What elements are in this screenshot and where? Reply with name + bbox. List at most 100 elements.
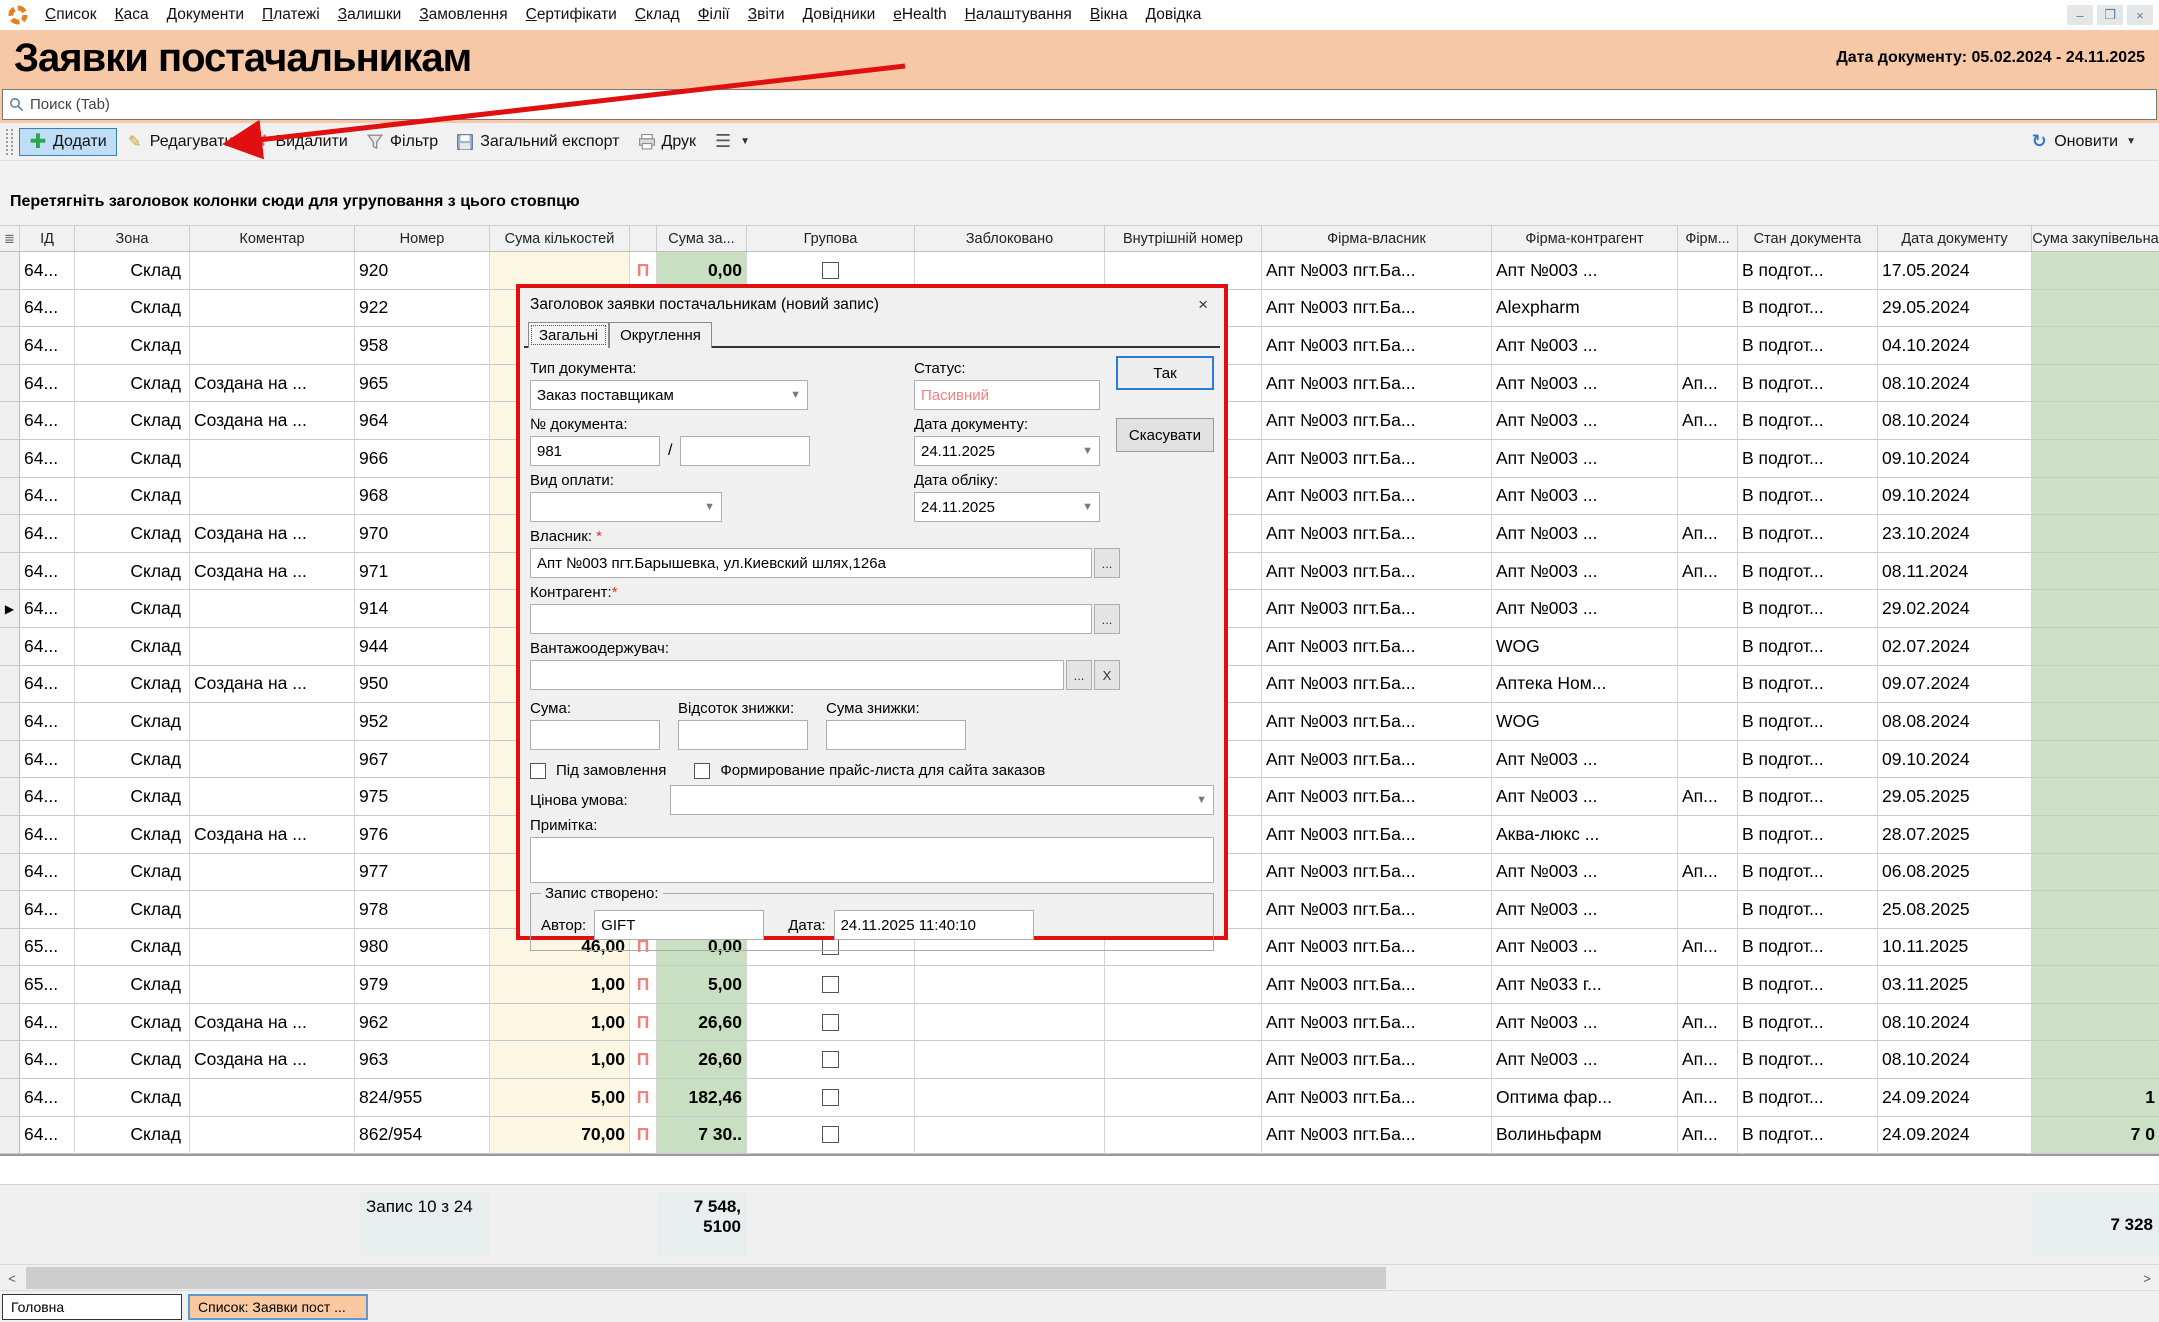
author-input[interactable] xyxy=(601,917,757,934)
column-header-5[interactable]: Сума кількостей xyxy=(490,226,630,251)
column-header-3[interactable]: Коментар xyxy=(190,226,355,251)
tab-general[interactable]: Загальні xyxy=(528,322,609,348)
owner-input[interactable] xyxy=(537,555,1085,572)
group-checkbox-cell[interactable] xyxy=(747,1041,915,1079)
discount-pct-input[interactable] xyxy=(685,727,801,744)
author-field[interactable] xyxy=(594,910,764,940)
horizontal-scrollbar[interactable]: < > xyxy=(0,1264,2159,1290)
menu-item-eHealth[interactable]: eHealth xyxy=(884,3,955,27)
filter-button[interactable]: Фільтр xyxy=(357,129,447,155)
delete-button[interactable]: ✘ Видалити xyxy=(242,129,356,155)
search-input[interactable] xyxy=(30,96,2150,113)
menu-item-Каса[interactable]: Каса xyxy=(106,3,158,27)
menu-item-Документи[interactable]: Документи xyxy=(158,3,253,27)
group-checkbox-cell[interactable] xyxy=(747,1079,915,1117)
restore-button[interactable]: ❐ xyxy=(2097,5,2123,25)
close-button[interactable]: × xyxy=(2127,5,2153,25)
group-checkbox-cell[interactable] xyxy=(747,1117,915,1155)
dialog-close-icon[interactable]: × xyxy=(1192,295,1214,315)
column-header-11[interactable]: Фірма-власник xyxy=(1262,226,1492,251)
menu-item-Замовлення[interactable]: Замовлення xyxy=(410,3,516,27)
scrollbar-thumb[interactable] xyxy=(26,1267,1386,1289)
group-checkbox-cell[interactable] xyxy=(747,966,915,1004)
column-header-9[interactable]: Заблоковано xyxy=(915,226,1105,251)
contragent-field[interactable] xyxy=(530,604,1092,634)
doc-no-suffix-field[interactable] xyxy=(680,436,810,466)
price-list-checkbox[interactable] xyxy=(694,763,710,779)
table-row[interactable]: 65...Склад9791,00П5,00Апт №003 пгт.Ба...… xyxy=(0,966,2159,1004)
edit-button[interactable]: ✎ Редагувати xyxy=(117,129,243,155)
consignee-field[interactable] xyxy=(530,660,1064,690)
discount-sum-input[interactable] xyxy=(833,727,959,744)
menu-item-Залишки[interactable]: Залишки xyxy=(329,3,411,27)
column-header-8[interactable]: Групова xyxy=(747,226,915,251)
toolbar-grip[interactable] xyxy=(6,129,13,155)
ok-button[interactable]: Так xyxy=(1116,356,1214,390)
group-checkbox[interactable] xyxy=(822,262,839,279)
sum-input[interactable] xyxy=(537,727,653,744)
column-header-6[interactable] xyxy=(630,226,657,251)
column-header-13[interactable]: Фірм... xyxy=(1678,226,1738,251)
menu-item-Довідники[interactable]: Довідники xyxy=(794,3,885,27)
minimize-button[interactable]: – xyxy=(2067,5,2093,25)
print-button[interactable]: Друк xyxy=(629,129,706,155)
search-box[interactable] xyxy=(2,89,2157,120)
table-row[interactable]: 64...Склад824/9555,00П182,46Апт №003 пгт… xyxy=(0,1079,2159,1117)
column-header-15[interactable]: Дата документу xyxy=(1878,226,2032,251)
add-button[interactable]: ✚ Додати xyxy=(19,128,117,156)
doc-date-select[interactable]: 24.11.2025 ▼ xyxy=(914,436,1100,466)
table-row[interactable]: 64...Склад862/95470,00П7 30..Апт №003 пг… xyxy=(0,1117,2159,1155)
consignee-input[interactable] xyxy=(537,667,1057,684)
column-header-14[interactable]: Стан документа xyxy=(1738,226,1878,251)
sum-field[interactable] xyxy=(530,720,660,750)
discount-sum-field[interactable] xyxy=(826,720,966,750)
column-header-16[interactable]: Сума закупівельна xyxy=(2032,226,2159,251)
scroll-left-arrow[interactable]: < xyxy=(0,1265,24,1291)
discount-pct-field[interactable] xyxy=(678,720,808,750)
acc-date-select[interactable]: 24.11.2025 ▼ xyxy=(914,492,1100,522)
contragent-browse-button[interactable]: ... xyxy=(1094,604,1120,634)
view-options-button[interactable]: ☰ ▼ xyxy=(705,129,759,155)
menu-item-Список[interactable]: Список xyxy=(36,3,106,27)
menu-item-Вікна[interactable]: Вікна xyxy=(1081,3,1137,27)
group-checkbox[interactable] xyxy=(822,1051,839,1068)
menu-item-Довідка[interactable]: Довідка xyxy=(1137,3,1211,27)
menu-item-Філії[interactable]: Філії xyxy=(689,3,739,27)
doc-type-select[interactable]: Заказ поставщикам ▼ xyxy=(530,380,808,410)
column-header-10[interactable]: Внутрішній номер xyxy=(1105,226,1262,251)
export-button[interactable]: Загальний експорт xyxy=(447,129,628,155)
table-row[interactable]: 64...СкладСоздана на ...9621,00П26,60Апт… xyxy=(0,1004,2159,1042)
cancel-button[interactable]: Скасувати xyxy=(1116,418,1214,452)
refresh-button[interactable]: ↻ Оновити ▼ xyxy=(2021,129,2145,155)
doc-no-suffix-input[interactable] xyxy=(687,443,803,460)
owner-browse-button[interactable]: ... xyxy=(1094,548,1120,578)
doc-no-input[interactable] xyxy=(537,443,653,460)
price-cond-select[interactable]: ▼ xyxy=(670,785,1214,815)
column-header-4[interactable]: Номер xyxy=(355,226,490,251)
menu-item-Звіти[interactable]: Звіти xyxy=(739,3,794,27)
group-checkbox[interactable] xyxy=(822,1126,839,1143)
under-order-checkbox[interactable] xyxy=(530,763,546,779)
menu-item-Сертифікати[interactable]: Сертифікати xyxy=(517,3,626,27)
menu-item-Склад[interactable]: Склад xyxy=(626,3,689,27)
column-header-12[interactable]: Фірма-контрагент xyxy=(1492,226,1678,251)
group-checkbox[interactable] xyxy=(822,1014,839,1031)
taskbar-current-list-button[interactable]: Список: Заявки пост ... xyxy=(188,1294,368,1320)
scroll-right-arrow[interactable]: > xyxy=(2135,1265,2159,1291)
table-row[interactable]: 64...СкладСоздана на ...9631,00П26,60Апт… xyxy=(0,1041,2159,1079)
note-field[interactable] xyxy=(530,837,1214,883)
consignee-clear-button[interactable]: X xyxy=(1094,660,1120,690)
pay-type-select[interactable]: ▼ xyxy=(530,492,722,522)
column-header-2[interactable]: Зона xyxy=(75,226,190,251)
menu-item-Платежі[interactable]: Платежі xyxy=(253,3,329,27)
owner-field[interactable] xyxy=(530,548,1092,578)
consignee-browse-button[interactable]: ... xyxy=(1066,660,1092,690)
menu-item-Налаштування[interactable]: Налаштування xyxy=(956,3,1081,27)
column-header-7[interactable]: Сума за... xyxy=(657,226,747,251)
doc-no-field[interactable] xyxy=(530,436,660,466)
taskbar-home-button[interactable]: Головна xyxy=(2,1294,182,1320)
group-checkbox[interactable] xyxy=(822,976,839,993)
group-checkbox-cell[interactable] xyxy=(747,1004,915,1042)
group-checkbox[interactable] xyxy=(822,1089,839,1106)
contragent-input[interactable] xyxy=(537,611,1085,628)
